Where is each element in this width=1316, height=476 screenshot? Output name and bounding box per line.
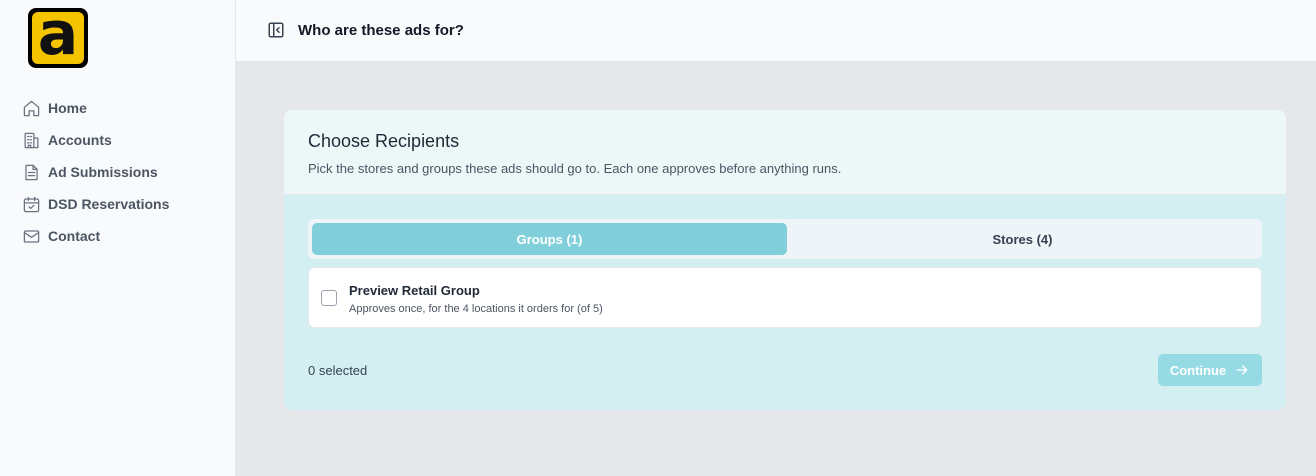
recipients-card: Choose Recipients Pick the stores and gr… (284, 110, 1286, 410)
sidebar-item-label: DSD Reservations (48, 196, 170, 212)
sidebar-collapse-icon[interactable] (267, 21, 285, 39)
recipient-tabs: Groups (1) Stores (4) (308, 219, 1262, 259)
continue-button[interactable]: Continue (1158, 354, 1262, 386)
logo-letter: a (37, 8, 79, 68)
tab-stores[interactable]: Stores (4) (787, 223, 1258, 255)
sidebar-item-ad-submissions[interactable]: Ad Submissions (22, 156, 169, 188)
sidebar-item-dsd-reservations[interactable]: DSD Reservations (22, 188, 169, 220)
brand-logo[interactable]: a (28, 8, 88, 68)
card-header: Choose Recipients Pick the stores and gr… (284, 110, 1286, 195)
continue-label: Continue (1169, 362, 1227, 378)
sidebar: a Home Accounts Ad Submissions DSD Reser… (0, 0, 236, 476)
card-subtitle: Pick the stores and groups these ads sho… (308, 161, 842, 176)
tab-groups[interactable]: Groups (1) (312, 223, 787, 255)
group-description: Approves once, for the 4 locations it or… (349, 303, 603, 315)
mail-icon (23, 229, 40, 243)
page-title: Who are these ads for? (298, 22, 464, 39)
selected-count: 0 selected (308, 363, 368, 378)
card-title: Choose Recipients (308, 131, 460, 151)
calendar-check-icon (23, 196, 40, 212)
sidebar-item-home[interactable]: Home (22, 92, 169, 124)
sidebar-item-accounts[interactable]: Accounts (22, 124, 169, 156)
home-icon (23, 100, 40, 116)
sidebar-item-label: Home (48, 100, 87, 116)
list-item[interactable]: Preview Retail Group Approves once, for … (308, 267, 1262, 328)
sidebar-nav: Home Accounts Ad Submissions DSD Reserva… (22, 92, 169, 252)
group-name: Preview Retail Group (349, 283, 480, 298)
sidebar-item-label: Accounts (48, 132, 112, 148)
group-checkbox[interactable] (321, 290, 337, 306)
building-icon (24, 132, 39, 148)
sidebar-item-contact[interactable]: Contact (22, 220, 169, 252)
sidebar-item-label: Contact (48, 228, 101, 244)
sidebar-item-label: Ad Submissions (48, 164, 158, 180)
arrow-right-icon (1236, 365, 1248, 375)
document-icon (25, 164, 38, 180)
top-header: Who are these ads for? (236, 0, 1316, 62)
